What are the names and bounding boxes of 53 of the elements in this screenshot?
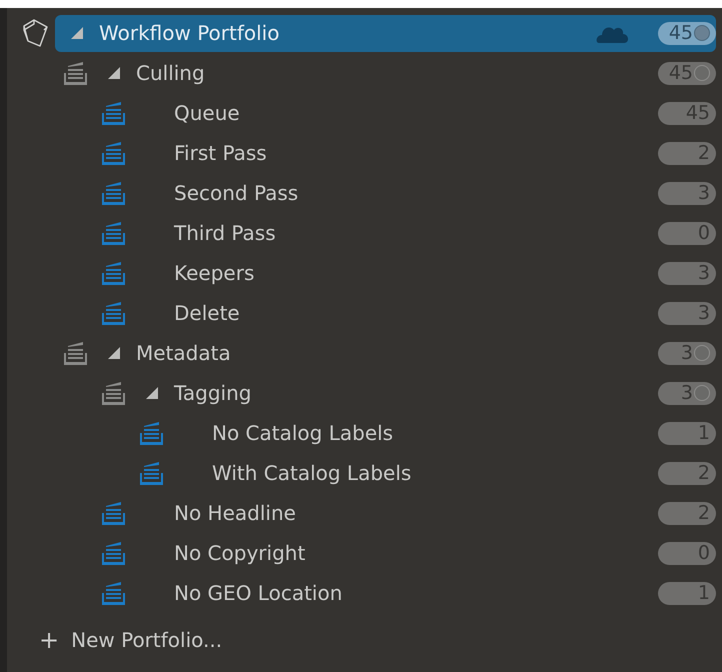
tree-item-label[interactable]: No Headline <box>174 501 658 525</box>
collection-tray-icon <box>100 260 127 286</box>
stack-tray-icon <box>62 340 89 366</box>
tree-item-label[interactable]: Metadata <box>136 341 658 365</box>
tree-item-label[interactable]: With Catalog Labels <box>212 461 658 485</box>
tree-item-label[interactable]: Queue <box>174 101 658 125</box>
count-badge: 3 <box>658 302 716 324</box>
new-portfolio-link[interactable]: New Portfolio... <box>71 628 222 652</box>
status-dot-icon <box>694 385 710 401</box>
stack-tray-icon <box>62 60 89 86</box>
tree-item-label[interactable]: Workflow Portfolio <box>99 21 596 45</box>
collection-tray-icon <box>100 300 127 326</box>
collection-tray-icon <box>100 580 127 606</box>
stack-tray-icon <box>100 380 127 406</box>
count-badge: 0 <box>658 222 716 244</box>
collection-tray-icon <box>138 460 165 486</box>
count-badge: 3 <box>658 382 716 404</box>
status-dot-icon <box>694 345 710 361</box>
collection-tray-icon <box>138 420 165 446</box>
tree-item-label[interactable]: First Pass <box>174 141 658 165</box>
count-badge: 3 <box>658 342 716 364</box>
count-badge: 2 <box>658 502 716 524</box>
tree-item-label[interactable]: Second Pass <box>174 181 658 205</box>
tree-item-label[interactable]: Delete <box>174 301 658 325</box>
collection-tray-icon <box>100 220 127 246</box>
count-badge: 2 <box>658 462 716 484</box>
status-dot-icon <box>694 25 710 41</box>
collection-tray-icon <box>100 140 127 166</box>
collection-tray-icon <box>100 540 127 566</box>
tree-item-label[interactable]: No GEO Location <box>174 581 658 605</box>
portfolio-row[interactable]: Workflow Portfolio 45 <box>55 14 716 52</box>
collection-tray-icon <box>100 500 127 526</box>
count-badge: 3 <box>658 262 716 284</box>
add-icon[interactable]: + <box>39 626 60 654</box>
tree-item-label[interactable]: Keepers <box>174 261 658 285</box>
expand-triangle-icon[interactable] <box>107 346 121 360</box>
tree-item-label[interactable]: Culling <box>136 61 658 85</box>
count-badge: 45 <box>658 102 716 124</box>
collection-tray-icon <box>100 180 127 206</box>
expand-triangle-icon[interactable] <box>145 386 159 400</box>
tree-item-label[interactable]: No Catalog Labels <box>212 421 658 445</box>
expand-triangle-icon[interactable] <box>70 26 84 40</box>
count-badge: 45 <box>658 22 716 44</box>
tree-item-label[interactable]: Tagging <box>174 381 658 405</box>
count-badge: 0 <box>658 542 716 564</box>
tree-item-label[interactable]: No Copyright <box>174 541 658 565</box>
tree-item-label[interactable]: Third Pass <box>174 221 658 245</box>
count-badge: 3 <box>658 182 716 204</box>
collection-tray-icon <box>100 100 127 126</box>
count-badge: 45 <box>658 62 716 84</box>
status-dot-icon <box>694 65 710 81</box>
count-badge: 2 <box>658 142 716 164</box>
expand-triangle-icon[interactable] <box>107 66 121 80</box>
